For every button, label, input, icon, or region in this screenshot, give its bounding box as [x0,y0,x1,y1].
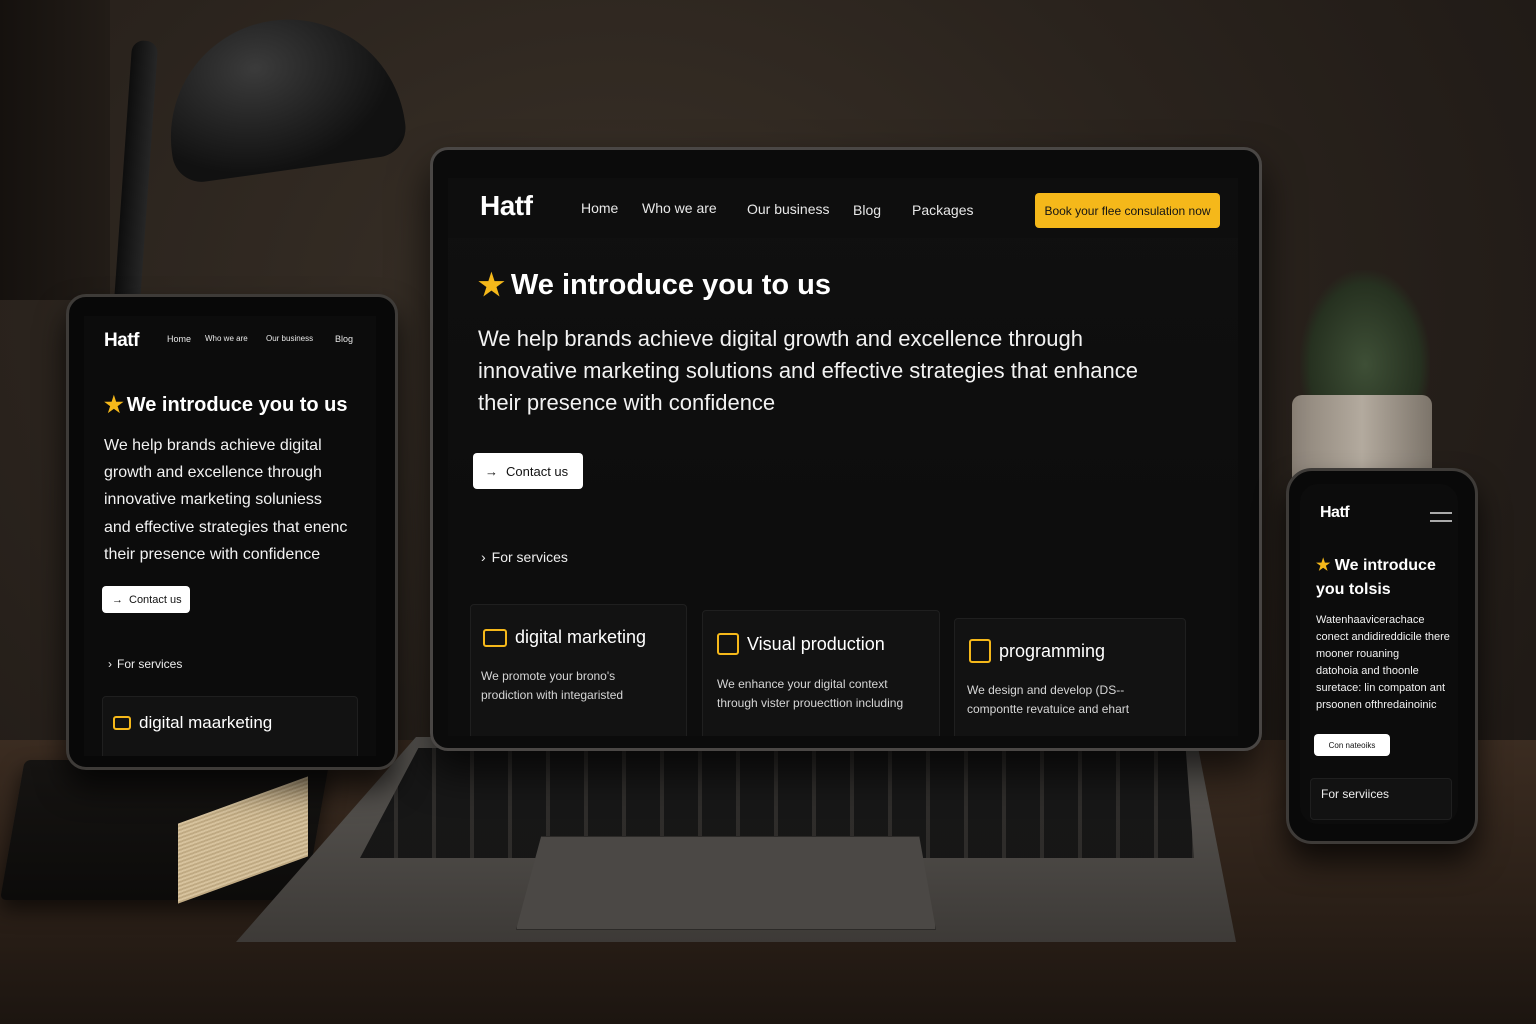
laptop-icon [113,716,131,730]
star-icon: ★ [104,392,124,417]
tablet-hero-description: We help brands achieve digital growth an… [104,432,347,568]
nav-packages[interactable]: Packages [912,202,973,218]
hero-title-text: you tolsis [1316,581,1391,598]
code-icon [969,639,991,663]
arrow-right-icon: → [112,593,123,606]
card-title-row: programming [969,639,1105,663]
nav-blog[interactable]: Blog [335,334,353,344]
card-line: prodiction with integaristed [481,688,624,703]
for-services-link[interactable]: › For services [481,549,568,565]
hero-line: We help brands achieve digital growth an… [478,326,1083,351]
hero-line: innovative marketing solutions and effec… [478,357,1138,383]
card-line: compontte revatuice and ehart [967,702,1130,717]
laptop-icon [483,628,507,647]
for-services-label: For services [117,657,183,671]
hero-line: their presence with confidence [478,389,776,415]
card-description: We promote your brono's prodiction with … [481,667,623,705]
contact-us-button[interactable]: Con nateoiks [1314,734,1390,756]
hero-line: datohoia and thoonle [1316,665,1419,678]
laptop-screen: Hatf Home Who we are Our business Blog P… [448,178,1238,736]
phone-hero-title: ★ We introduce you tolsis [1316,554,1436,602]
nav-blog[interactable]: Blog [853,202,881,218]
desk-lamp [155,4,410,186]
chevron-right-icon: › [108,657,112,671]
hero-line: their presence with confidence [104,545,321,563]
brand-logo[interactable]: Hatf [1320,504,1350,522]
nav-home[interactable]: Home [167,334,191,344]
service-card-digital-marketing[interactable]: digital maarketing [102,696,358,756]
brand-logo[interactable]: Hatf [104,330,139,352]
contact-us-label: Contact us [506,463,569,479]
service-card-visual-production[interactable]: Visual production We enhance your digita… [702,610,940,736]
card-line: through vister prouecttion including [717,696,904,711]
hero-line: suretace: lin compaton ant [1316,682,1446,695]
tablet-hero-title: ★ We introduce you to us [104,392,348,418]
laptop-hero-description: We help brands achieve digital growth an… [478,323,1218,419]
card-line: We design and develop (DS-- [967,683,1125,697]
brand-logo[interactable]: Hatf [480,190,533,222]
hero-line: We help brands achieve digital [104,437,322,454]
nav-our-business[interactable]: Our business [747,201,829,217]
for-services-label: For services [491,549,568,565]
star-icon: ★ [478,269,505,302]
nav-who-we-are[interactable]: Who we are [205,334,248,343]
phone-title-row: ★ We introduce [1316,554,1436,578]
hero-line: mooner rouaning [1316,648,1400,661]
card-description: We enhance your digital context through … [717,675,903,713]
book-consultation-button[interactable]: Book your flee consulation now [1035,193,1220,228]
service-card-digital-marketing[interactable]: digital marketing We promote your brono'… [470,604,687,736]
card-title-row: digital marketing [483,627,646,648]
contact-us-button[interactable]: → Contact us [473,453,583,489]
laptop-hero-title: ★ We introduce you to us [478,268,831,303]
card-title: digital marketing [515,627,647,647]
contact-us-button[interactable]: → Contact us [102,586,190,613]
nav-our-business[interactable]: Our business [266,334,313,343]
hero-line: innovative marketing soluniess [104,491,322,509]
monitor-icon [717,633,739,655]
for-services-card[interactable]: For serviices [1310,778,1452,820]
laptop-trackpad [516,836,936,930]
contact-us-label: Con nateoiks [1328,740,1376,750]
hero-line: prsoonen ofthredainoinic [1316,699,1437,712]
card-title: programming [999,640,1106,661]
service-card-programming[interactable]: programming We design and develop (DS-- … [954,618,1186,736]
contact-us-label: Contact us [129,593,182,606]
phone-screen: Hatf ★ We introduce you tolsis Watenhaav… [1300,484,1458,824]
wall-shelf [0,0,110,300]
menu-icon[interactable] [1430,512,1452,522]
card-title-row: Visual production [717,633,885,655]
hero-line: and effective strategies that enenc [104,518,348,536]
card-line: We promote your brono's [481,669,616,683]
card-title: digital maarketing [139,713,273,732]
hero-line: conect andidireddicile there [1316,631,1450,644]
card-line: We enhance your digital context [717,677,888,691]
card-description: We design and develop (DS-- compontte re… [967,681,1129,719]
nav-home[interactable]: Home [581,200,618,216]
for-services-link[interactable]: › For services [108,657,182,671]
plant [1300,270,1430,405]
hero-title-text: We introduce [1334,557,1436,574]
for-services-label: For serviices [1321,787,1390,801]
card-title-row: digital maarketing [113,713,272,733]
chevron-right-icon: › [481,549,486,565]
card-title: Visual production [747,633,885,654]
tablet-screen: Hatf Home Who we are Our business Blog ★… [84,316,376,756]
hero-line: Watenhaavicerachace [1316,614,1425,626]
book-consultation-label: Book your flee consulation now [1044,203,1211,218]
star-icon: ★ [1316,557,1331,574]
phone-hero-description: Watenhaavicerachace conect andidireddici… [1316,612,1450,714]
hero-line: growth and excellence through [104,464,322,482]
hero-title-text: We introduce you to us [126,393,348,416]
nav-who-we-are[interactable]: Who we are [642,200,717,216]
arrow-right-icon: → [485,463,498,479]
hero-title-text: We introduce you to us [510,269,831,301]
